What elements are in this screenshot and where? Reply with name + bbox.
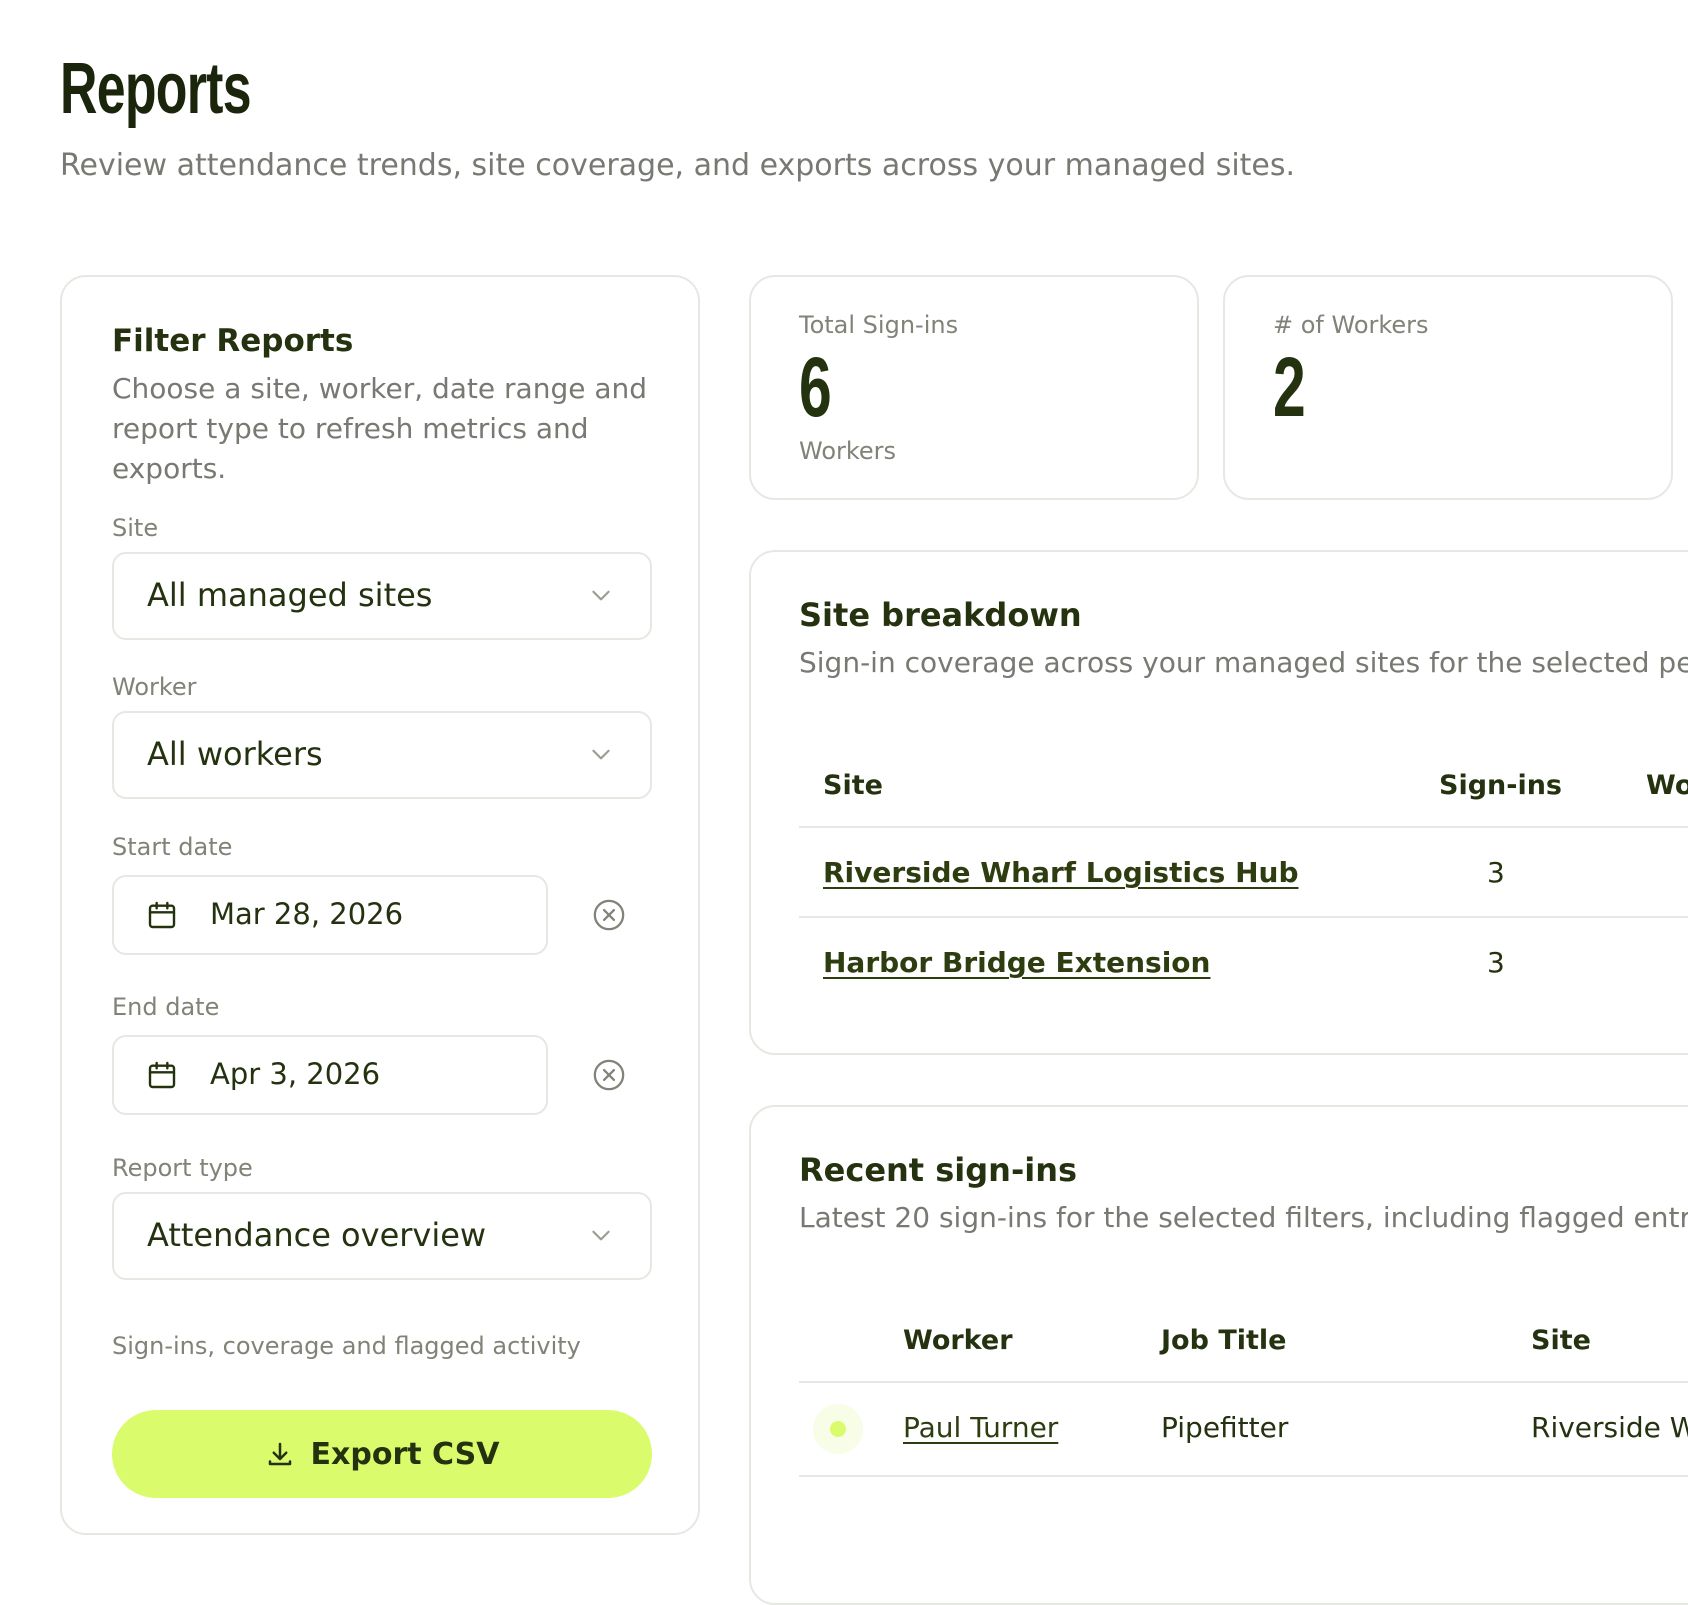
- column-header-signins[interactable]: Sign-ins: [1439, 770, 1562, 801]
- total-signins-card: Total Sign-ins 6 Workers: [749, 275, 1199, 500]
- export-csv-label: Export CSV: [310, 1436, 500, 1472]
- worker-link-paul-turner[interactable]: Paul Turner: [903, 1411, 1058, 1444]
- signins-count: 3: [1487, 946, 1505, 979]
- report-type-helper: Sign-ins, coverage and flagged activity: [112, 1332, 581, 1360]
- worker-label: Worker: [112, 673, 197, 701]
- chevron-down-icon: [592, 590, 610, 601]
- workers-count-value: 2: [1273, 340, 1306, 434]
- status-dot-icon: [830, 1421, 846, 1437]
- recent-signins-description: Latest 20 sign-ins for the selected filt…: [799, 1201, 1688, 1234]
- site-cell: Riverside W: [1531, 1411, 1688, 1444]
- page-title: Reports: [60, 49, 252, 129]
- recent-signins-title: Recent sign-ins: [799, 1151, 1078, 1189]
- start-date-input[interactable]: Mar 28, 2026: [112, 875, 548, 955]
- export-csv-button[interactable]: Export CSV: [112, 1410, 652, 1498]
- workers-count-label: # of Workers: [1273, 311, 1429, 339]
- page-subtitle: Review attendance trends, site coverage,…: [60, 148, 1296, 183]
- filter-title: Filter Reports: [112, 323, 354, 359]
- status-indicator: [813, 1404, 863, 1454]
- start-date-label: Start date: [112, 833, 233, 861]
- site-select[interactable]: All managed sites: [112, 552, 652, 640]
- site-breakdown-title: Site breakdown: [799, 596, 1082, 634]
- total-signins-label: Total Sign-ins: [799, 311, 959, 339]
- workers-count-card: # of Workers 2: [1223, 275, 1673, 500]
- signins-count: 3: [1487, 856, 1505, 889]
- clear-end-date-icon[interactable]: [592, 1058, 626, 1092]
- table-divider: [799, 826, 1688, 828]
- site-select-value: All managed sites: [147, 576, 433, 614]
- table-divider: [799, 916, 1688, 918]
- column-header-workers[interactable]: Wo: [1646, 770, 1688, 801]
- table-divider: [799, 1381, 1688, 1383]
- calendar-icon: [148, 901, 176, 929]
- column-header-worker[interactable]: Worker: [903, 1325, 1013, 1356]
- table-divider: [799, 1475, 1688, 1477]
- chevron-down-icon: [592, 1230, 610, 1241]
- filter-description: Choose a site, worker, date range and re…: [112, 372, 648, 485]
- report-type-label: Report type: [112, 1154, 253, 1182]
- end-date-value: Apr 3, 2026: [210, 1057, 381, 1091]
- download-icon: [268, 1442, 291, 1466]
- report-type-value: Attendance overview: [147, 1216, 487, 1254]
- worker-select-value: All workers: [147, 735, 323, 773]
- chevron-down-icon: [592, 749, 610, 760]
- worker-select[interactable]: All workers: [112, 711, 652, 799]
- clear-start-date-icon[interactable]: [592, 898, 626, 932]
- column-header-site[interactable]: Site: [823, 770, 883, 801]
- start-date-value: Mar 28, 2026: [210, 897, 404, 931]
- site-breakdown-description: Sign-in coverage across your managed sit…: [799, 646, 1688, 679]
- filter-reports-card: Filter Reports Choose a site, worker, da…: [60, 275, 700, 1535]
- column-header-job-title[interactable]: Job Title: [1161, 1325, 1286, 1356]
- end-date-input[interactable]: Apr 3, 2026: [112, 1035, 548, 1115]
- column-header-site[interactable]: Site: [1531, 1325, 1591, 1356]
- job-title-cell: Pipefitter: [1161, 1411, 1289, 1444]
- site-label: Site: [112, 514, 159, 542]
- site-breakdown-card: Site breakdown Sign-in coverage across y…: [749, 550, 1688, 1055]
- recent-signins-card: Recent sign-ins Latest 20 sign-ins for t…: [749, 1105, 1688, 1605]
- total-signins-sub: Workers: [799, 437, 897, 465]
- end-date-label: End date: [112, 993, 220, 1021]
- report-type-select[interactable]: Attendance overview: [112, 1192, 652, 1280]
- total-signins-value: 6: [799, 340, 832, 434]
- calendar-icon: [148, 1061, 176, 1089]
- site-link-harbor-bridge[interactable]: Harbor Bridge Extension: [823, 946, 1210, 979]
- site-link-riverside[interactable]: Riverside Wharf Logistics Hub: [823, 856, 1299, 889]
